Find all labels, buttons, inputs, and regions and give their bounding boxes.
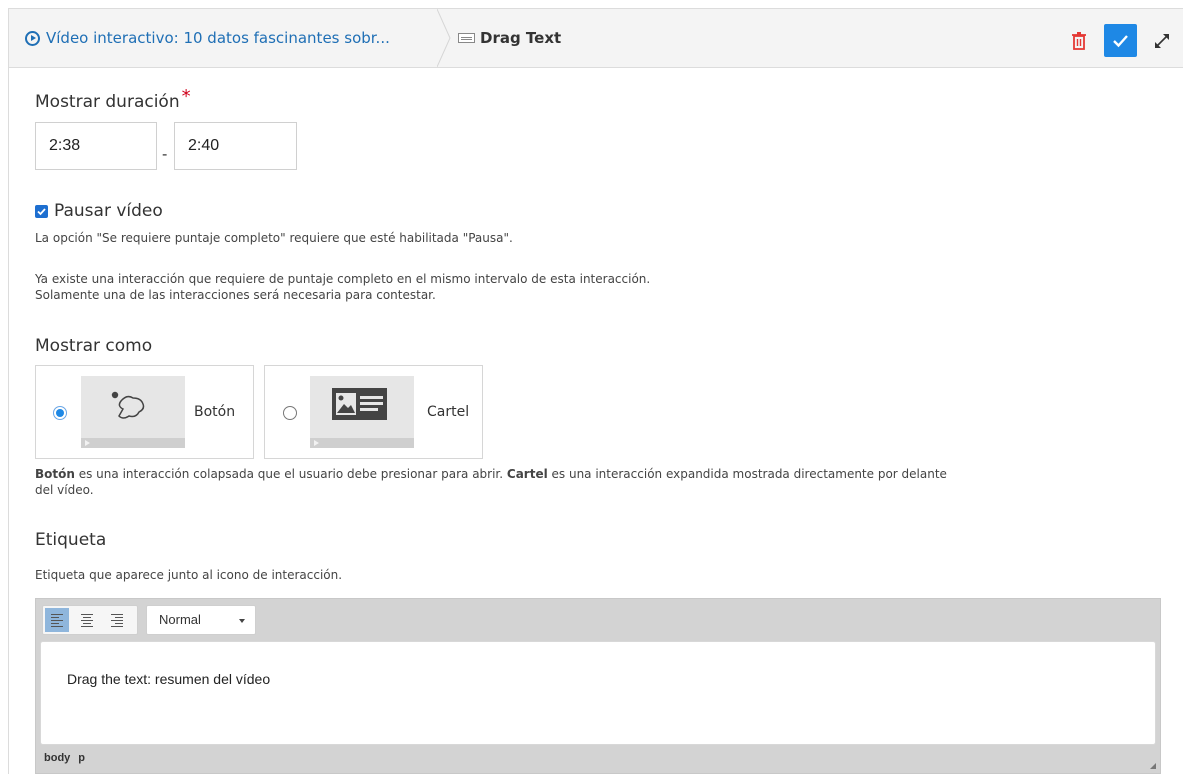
breadcrumb-parent-label: Vídeo interactivo: 10 datos fascinantes … [46, 29, 390, 47]
align-right-button[interactable] [105, 608, 129, 632]
poster-icon [332, 388, 387, 420]
pause-video-checkbox[interactable] [35, 205, 48, 218]
pause-warning-line1: Ya existe una interacción que requiere d… [35, 272, 651, 286]
pause-warning-line2: Solamente una de las interacciones será … [35, 288, 436, 302]
duration-heading: Mostrar duración * [35, 86, 191, 112]
trash-icon[interactable] [1071, 31, 1087, 51]
editor-content-area[interactable]: Drag the text: resumen del vídeo [40, 641, 1156, 745]
editor-header: Vídeo interactivo: 10 datos fascinantes … [8, 8, 1183, 68]
display-option-button[interactable]: Botón [35, 365, 254, 459]
chevron-down-icon [239, 619, 245, 623]
desc-text-2: es una interacción expandida mostrada di… [547, 467, 947, 481]
rich-text-editor: Normal Drag the text: resumen del vídeo … [35, 598, 1161, 774]
expand-icon[interactable] [1152, 31, 1172, 51]
alignment-toolbar [42, 605, 138, 635]
element-path-bar: body p [44, 752, 93, 764]
drag-text-icon [458, 33, 475, 43]
confirm-button[interactable] [1104, 24, 1137, 57]
path-body[interactable]: body [44, 752, 70, 764]
radio-button-selected[interactable] [53, 406, 67, 420]
check-icon [1113, 35, 1128, 48]
path-p[interactable]: p [78, 752, 85, 764]
label-field-heading: Etiqueta [35, 530, 107, 550]
resize-grip-icon[interactable] [1150, 763, 1156, 769]
label-field-help: Etiqueta que aparece junto al icono de i… [35, 568, 343, 582]
radio-poster[interactable] [283, 406, 297, 420]
editor-content-text: Drag the text: resumen del vídeo [67, 671, 271, 687]
pause-video-label: Pausar vídeo [54, 201, 163, 221]
desc-text-3: del vídeo. [35, 483, 94, 497]
required-mark: * [181, 86, 191, 107]
duration-separator: - [162, 146, 168, 163]
breadcrumb-current-label: Drag Text [480, 29, 562, 47]
poster-preview-image [310, 376, 414, 448]
format-dropdown-value: Normal [159, 612, 201, 627]
desc-bold-button: Botón [35, 467, 75, 481]
format-dropdown[interactable]: Normal [146, 605, 256, 635]
display-as-description: Botón es una interacción colapsada que e… [35, 466, 1165, 498]
option-button-label: Botón [194, 404, 236, 420]
align-center-button[interactable] [75, 608, 99, 632]
desc-text-1: es una interacción colapsada que el usua… [74, 467, 507, 481]
play-circle-icon [25, 30, 40, 46]
option-poster-label: Cartel [427, 404, 470, 420]
desc-bold-poster: Cartel [506, 467, 548, 481]
end-time-input[interactable]: 2:40 [174, 122, 297, 170]
start-time-input[interactable]: 2:38 [35, 122, 157, 170]
align-left-button[interactable] [45, 608, 69, 632]
breadcrumb-separator [437, 9, 451, 67]
breadcrumb-current: Drag Text [458, 9, 561, 67]
button-preview-image [81, 376, 185, 448]
breadcrumb-parent[interactable]: Vídeo interactivo: 10 datos fascinantes … [9, 9, 437, 67]
content-border [8, 68, 9, 774]
display-as-label: Mostrar como [35, 336, 153, 356]
duration-label: Mostrar duración [35, 92, 180, 112]
pause-note: La opción "Se requiere puntaje completo"… [35, 231, 513, 245]
checkmark-icon [37, 208, 46, 216]
hotspot-button-icon [111, 391, 145, 419]
display-option-poster[interactable]: Cartel [264, 365, 483, 459]
